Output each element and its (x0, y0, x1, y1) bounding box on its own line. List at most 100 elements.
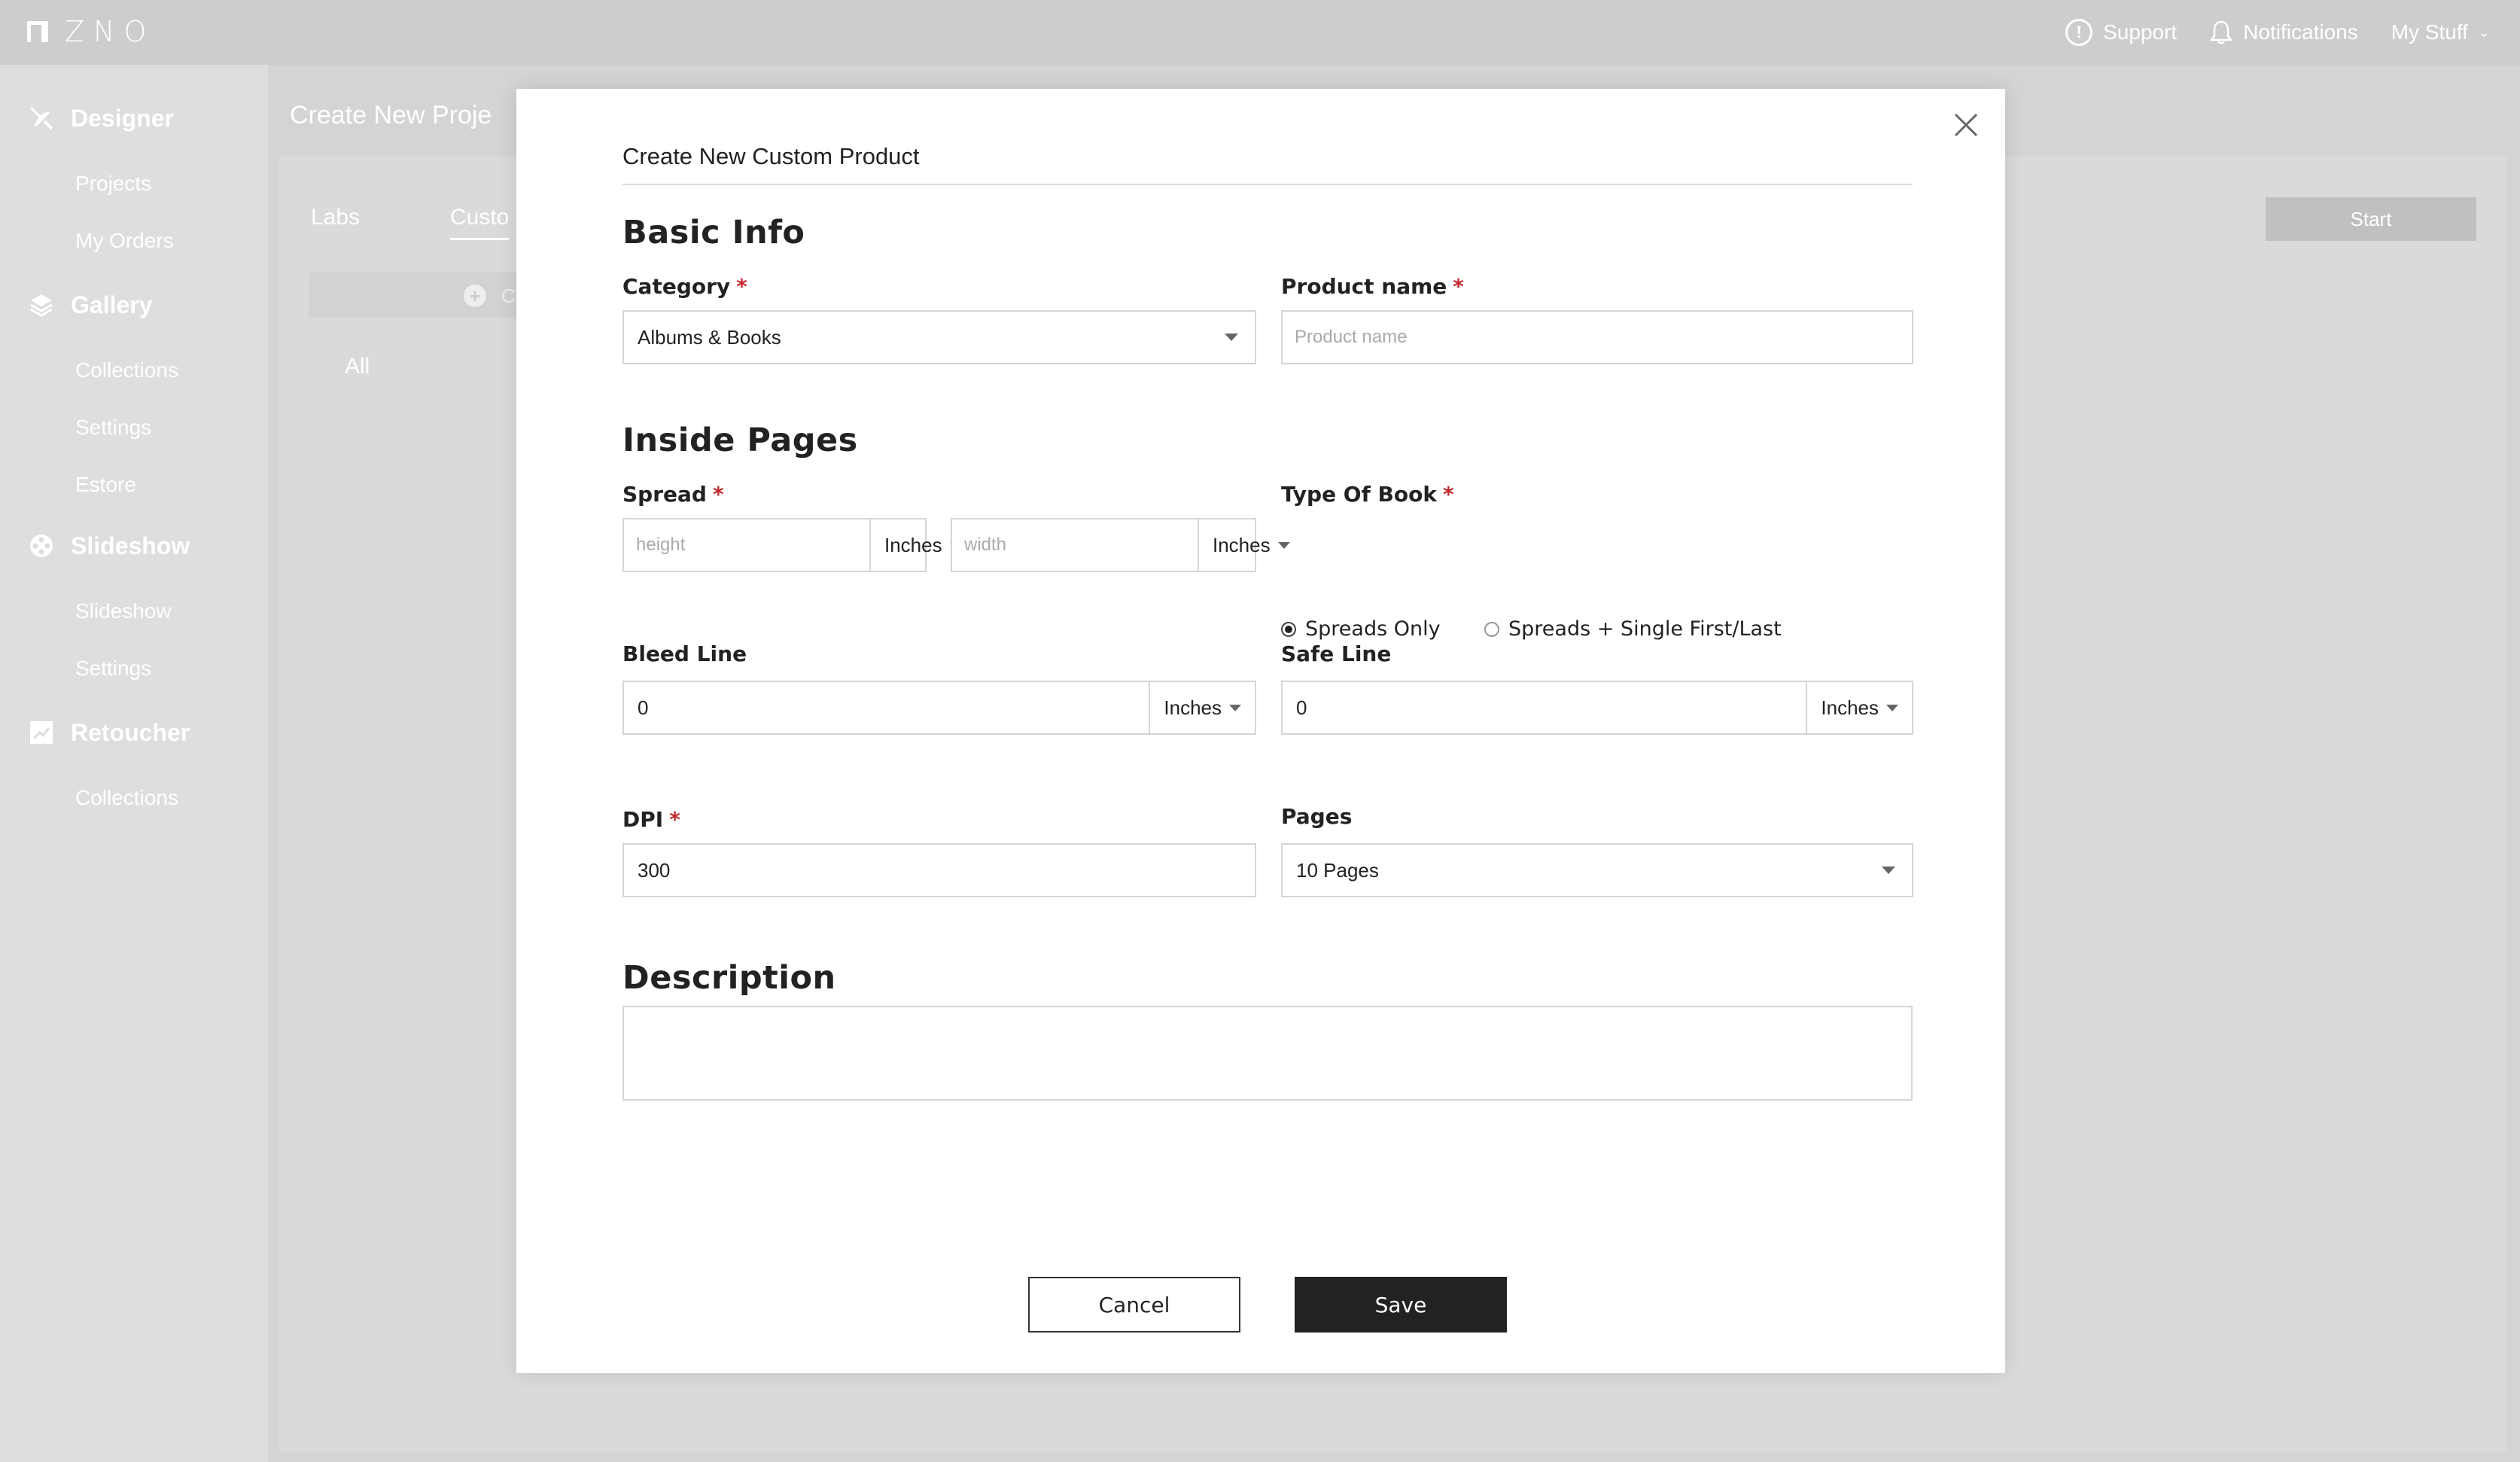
bleed-line-label: Bleed Line (622, 641, 747, 666)
sidebar-item-slideshow-settings[interactable]: Settings (75, 656, 151, 681)
spread-height-input[interactable] (624, 519, 869, 571)
chevron-down-icon (1277, 541, 1290, 549)
bleed-line-unit-value: Inches (1164, 696, 1222, 719)
gallery-icon (27, 291, 56, 319)
designer-icon (27, 104, 56, 132)
required-marker: * (736, 274, 747, 299)
close-button[interactable] (1949, 108, 1983, 142)
radio-unchecked-icon (1484, 621, 1499, 637)
sidebar-item-settings[interactable]: Settings (75, 416, 151, 440)
spread-width-field: Inches (951, 518, 1290, 572)
retoucher-icon (27, 718, 56, 747)
required-marker: * (669, 807, 680, 832)
radio-dot (1285, 625, 1292, 633)
my-stuff-label: My Stuff (2391, 20, 2468, 44)
sidebar-section-label: Slideshow (71, 531, 190, 559)
description-heading: Description (622, 959, 836, 997)
page-title: Create New Proje (290, 101, 492, 129)
product-name-label-text: Product name (1281, 274, 1447, 299)
height-unit-value: Inches (884, 533, 942, 556)
sidebar-section-label: Gallery (71, 291, 153, 318)
top-right-nav: ! Support Notifications My Stuff ⌄ (2065, 0, 2490, 65)
create-button-label: C (501, 285, 516, 307)
sidebar-section-designer[interactable]: Designer (27, 104, 174, 132)
chevron-down-icon (1229, 704, 1241, 711)
title-divider (622, 184, 1913, 185)
logo-mark-icon (27, 21, 48, 42)
sidebar-section-label: Designer (71, 104, 174, 132)
dpi-label: DPI * (622, 807, 680, 832)
width-unit-value: Inches (1213, 533, 1271, 556)
create-button-bg[interactable] (309, 273, 527, 318)
support-icon: ! (2065, 19, 2093, 46)
description-textarea[interactable] (622, 1006, 1913, 1101)
sidebar-item-my-orders[interactable]: My Orders (75, 229, 174, 253)
logo-text: ZNO (65, 15, 156, 48)
chevron-down-icon: ⌄ (2478, 24, 2490, 40)
dpi-label-text: DPI (622, 807, 664, 832)
start-button[interactable]: Start (2266, 197, 2476, 241)
product-name-label: Product name * (1281, 274, 1464, 299)
zno-logo[interactable]: ZNO (27, 15, 156, 48)
category-select[interactable]: Albums & Books (622, 310, 1256, 364)
pages-select[interactable]: 10 Pages (1281, 843, 1913, 897)
dpi-field: 300 (622, 843, 1256, 897)
radio-spreads-only[interactable]: Spreads Only (1281, 617, 1441, 641)
safe-line-field: 0 Inches (1281, 681, 1913, 735)
bleed-line-field: 0 Inches (622, 681, 1256, 735)
category-label: Category * (622, 274, 747, 299)
modal-title: Create New Custom Product (622, 143, 920, 169)
width-unit-select[interactable]: Inches (1198, 519, 1304, 571)
safe-line-unit-select[interactable]: Inches (1806, 682, 1912, 733)
tab-custom[interactable]: Custo (450, 205, 510, 240)
radio-checked-icon (1281, 621, 1296, 637)
required-marker: * (1453, 274, 1464, 299)
sidebar-item-retoucher-collections[interactable]: Collections (75, 786, 178, 810)
tab-labs[interactable]: Labs (311, 205, 360, 230)
product-name-input[interactable] (1283, 312, 1912, 363)
sidebar-item-projects[interactable]: Projects (75, 172, 151, 196)
sidebar-section-slideshow[interactable]: Slideshow (27, 531, 190, 560)
sidebar-section-gallery[interactable]: Gallery (27, 291, 153, 319)
safe-line-unit-value: Inches (1821, 696, 1879, 719)
type-of-book-label: Type Of Book * (1281, 482, 1454, 507)
inside-pages-heading: Inside Pages (622, 422, 858, 459)
sidebar-item-estore[interactable]: Estore (75, 473, 136, 497)
required-marker: * (1442, 482, 1454, 507)
dpi-value[interactable]: 300 (624, 859, 1255, 882)
spread-label-text: Spread (622, 482, 707, 507)
notifications-link[interactable]: Notifications (2209, 20, 2358, 45)
create-custom-product-modal: Create New Custom Product Basic Info Cat… (516, 89, 2005, 1373)
basic-info-heading: Basic Info (622, 214, 805, 251)
sidebar-section-retoucher[interactable]: Retoucher (27, 718, 190, 747)
bell-icon (2209, 20, 2233, 45)
chevron-down-icon (1882, 867, 1895, 874)
sidebar-section-label: Retoucher (71, 718, 190, 746)
close-icon (1954, 113, 1978, 137)
product-name-field (1281, 310, 1913, 364)
spread-width-input[interactable] (952, 519, 1198, 571)
safe-line-label: Safe Line (1281, 641, 1392, 666)
top-bar: ZNO ! Support Notifications My Stuff ⌄ (0, 0, 2520, 65)
my-stuff-menu[interactable]: My Stuff ⌄ (2391, 20, 2490, 44)
radio-spreads-single-label: Spreads + Single First/Last (1508, 617, 1782, 641)
category-value: Albums & Books (638, 325, 781, 349)
sidebar-item-collections[interactable]: Collections (75, 358, 178, 382)
notifications-label: Notifications (2243, 20, 2358, 44)
radio-spreads-single[interactable]: Spreads + Single First/Last (1484, 617, 1782, 641)
chevron-down-icon (1225, 334, 1238, 341)
support-link[interactable]: ! Support (2065, 19, 2177, 46)
bleed-line-unit-select[interactable]: Inches (1149, 682, 1255, 733)
radio-spreads-only-label: Spreads Only (1305, 617, 1441, 641)
spread-height-field: Inches (622, 518, 962, 572)
plus-circle-icon: + (464, 285, 486, 307)
cancel-button[interactable]: Cancel (1028, 1277, 1240, 1333)
safe-line-value[interactable]: 0 (1283, 696, 1806, 720)
pages-value: 10 Pages (1296, 858, 1379, 882)
save-button[interactable]: Save (1295, 1277, 1507, 1333)
support-label: Support (2103, 20, 2178, 44)
type-of-book-label-text: Type Of Book (1281, 482, 1437, 507)
bleed-line-value[interactable]: 0 (624, 696, 1149, 720)
filter-all[interactable]: All (345, 354, 370, 379)
sidebar-item-slideshow[interactable]: Slideshow (75, 599, 172, 623)
